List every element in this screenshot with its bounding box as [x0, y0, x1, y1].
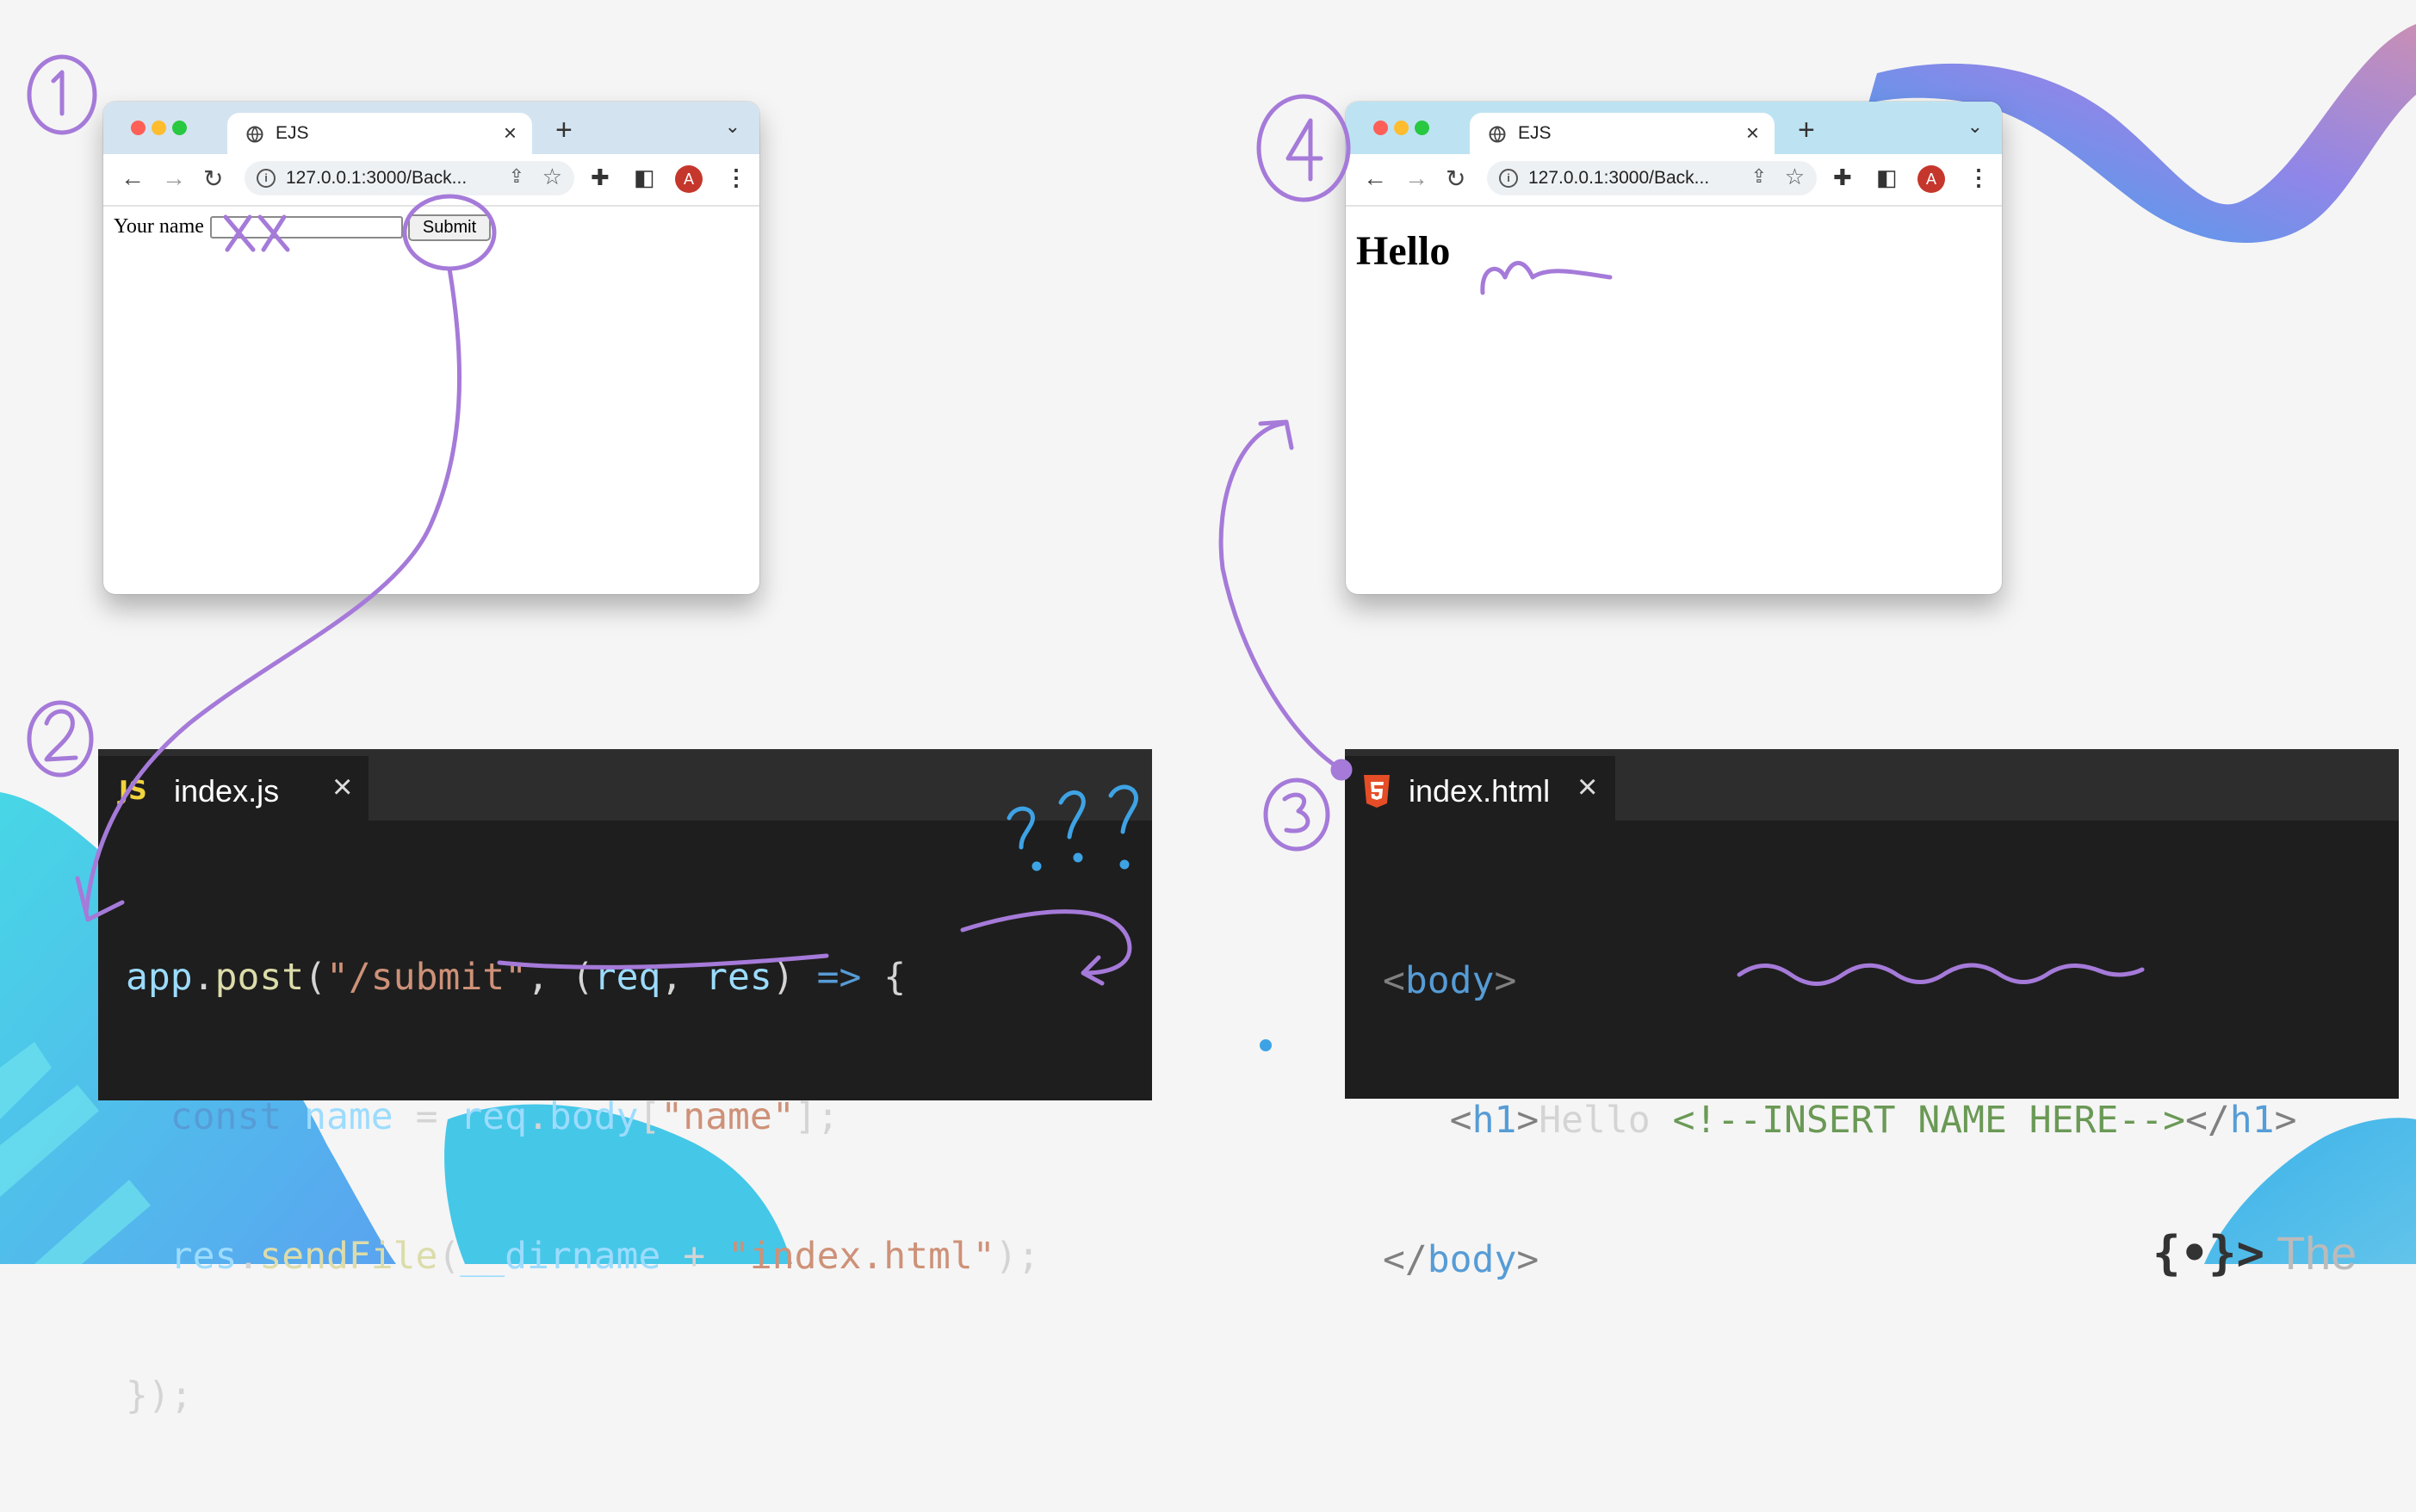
forward-arrow-icon[interactable]: → — [1404, 164, 1428, 192]
code-block: app.post("/submit", (req, res) => { cons… — [126, 861, 1039, 1512]
plus-icon[interactable]: + — [1798, 114, 1815, 147]
share-icon[interactable]: ⇪ — [1751, 165, 1767, 188]
code-line: <body> — [1383, 959, 1517, 1002]
code-block: <body> <h1>Hello <!--INSERT NAME HERE-->… — [1383, 864, 2296, 1376]
browser-tabbar: EJS × + ⌄ — [103, 102, 759, 154]
editor-tabbar: JS index.js × — [98, 749, 1152, 821]
logo-word: The — [2277, 1228, 2357, 1280]
footer-logo-text: {•}> The — [2153, 1226, 2357, 1280]
extensions-icon[interactable]: ✚ — [591, 164, 610, 191]
reload-icon[interactable]: ↻ — [1446, 164, 1465, 193]
code-line: }); — [126, 1374, 193, 1417]
name-label: Your name — [114, 215, 204, 238]
browser-toolbar: ← → ↻ i 127.0.0.1:3000/Back... ⇪ ☆ ✚ ◧ A… — [103, 154, 759, 207]
back-arrow-icon[interactable]: ← — [121, 164, 145, 192]
close-icon[interactable]: × — [1746, 120, 1759, 146]
page-heading: Hello — [1356, 228, 1451, 274]
close-icon[interactable]: × — [332, 768, 352, 807]
close-icon[interactable]: × — [504, 120, 517, 146]
globe-icon — [246, 126, 263, 143]
submit-button[interactable]: Submit — [408, 214, 491, 241]
browser-window-result: EJS × + ⌄ ← → ↻ i 127.0.0.1:3000/Back...… — [1346, 102, 2002, 594]
address-bar[interactable]: i 127.0.0.1:3000/Back... ⇪ ☆ — [1487, 161, 1817, 195]
code-line: <h1>Hello <!--INSERT NAME HERE--></h1> — [1449, 1099, 2297, 1142]
extensions-icon[interactable]: ✚ — [1833, 164, 1852, 191]
star-icon[interactable]: ☆ — [542, 164, 562, 190]
url-text: 127.0.0.1:3000/Back... — [1528, 168, 1710, 188]
window-minimize-dot[interactable] — [152, 121, 166, 135]
code-editor-js: JS index.js × app.post("/submit", (req, … — [98, 749, 1152, 1417]
avatar[interactable]: A — [1917, 165, 1945, 193]
tab-title: EJS — [1518, 123, 1552, 143]
window-close-dot[interactable] — [131, 121, 146, 135]
js-file-icon: JS — [119, 776, 147, 806]
forward-arrow-icon[interactable]: → — [162, 164, 186, 192]
code-line: res.sendFile(__dirname + "index.html"); — [170, 1235, 1040, 1278]
globe-icon — [1489, 126, 1506, 143]
html5-icon — [1364, 775, 1390, 808]
editor-tabbar: index.html × — [1345, 749, 2399, 821]
avatar[interactable]: A — [675, 165, 703, 193]
reload-icon[interactable]: ↻ — [203, 164, 223, 193]
browser-toolbar: ← → ↻ i 127.0.0.1:3000/Back... ⇪ ☆ ✚ ◧ A… — [1346, 154, 2002, 207]
code-line: const name = req.body["name"]; — [170, 1095, 839, 1138]
logo-brackets: {•}> — [2153, 1226, 2265, 1280]
window-maximize-dot[interactable] — [172, 121, 187, 135]
sidepanel-icon[interactable]: ◧ — [1876, 164, 1898, 191]
editor-filename: index.html — [1409, 773, 1551, 809]
window-maximize-dot[interactable] — [1415, 121, 1429, 135]
tab-title: EJS — [276, 123, 309, 143]
browser-window-form: EJS × + ⌄ ← → ↻ i 127.0.0.1:3000/Back...… — [103, 102, 759, 594]
window-close-dot[interactable] — [1373, 121, 1388, 135]
share-icon[interactable]: ⇪ — [509, 165, 524, 188]
star-icon[interactable]: ☆ — [1785, 164, 1805, 190]
url-text: 127.0.0.1:3000/Back... — [286, 168, 468, 188]
chevron-down-icon[interactable]: ⌄ — [725, 115, 740, 138]
browser-tab[interactable]: EJS × — [1470, 113, 1775, 154]
window-minimize-dot[interactable] — [1394, 121, 1409, 135]
address-bar[interactable]: i 127.0.0.1:3000/Back... ⇪ ☆ — [245, 161, 574, 195]
back-arrow-icon[interactable]: ← — [1363, 164, 1387, 192]
sidepanel-icon[interactable]: ◧ — [634, 164, 655, 191]
chevron-down-icon[interactable]: ⌄ — [1967, 115, 1983, 138]
editor-tab[interactable]: JS index.js × — [98, 756, 369, 821]
plus-icon[interactable]: + — [555, 114, 573, 147]
browser-tab[interactable]: EJS × — [227, 113, 532, 154]
name-input[interactable] — [210, 216, 403, 239]
code-editor-html: index.html × <body> <h1>Hello <!--INSERT… — [1345, 749, 2399, 1281]
info-icon[interactable]: i — [257, 169, 276, 188]
editor-filename: index.js — [174, 773, 280, 809]
kebab-menu-icon[interactable]: ⋮ — [1967, 164, 1990, 191]
close-icon[interactable]: × — [1577, 768, 1597, 807]
code-line: app.post("/submit", (req, res) => { — [126, 956, 907, 999]
info-icon[interactable]: i — [1499, 169, 1518, 188]
browser-tabbar: EJS × + ⌄ — [1346, 102, 2002, 154]
editor-tab[interactable]: index.html × — [1345, 756, 1615, 821]
kebab-menu-icon[interactable]: ⋮ — [725, 164, 747, 191]
